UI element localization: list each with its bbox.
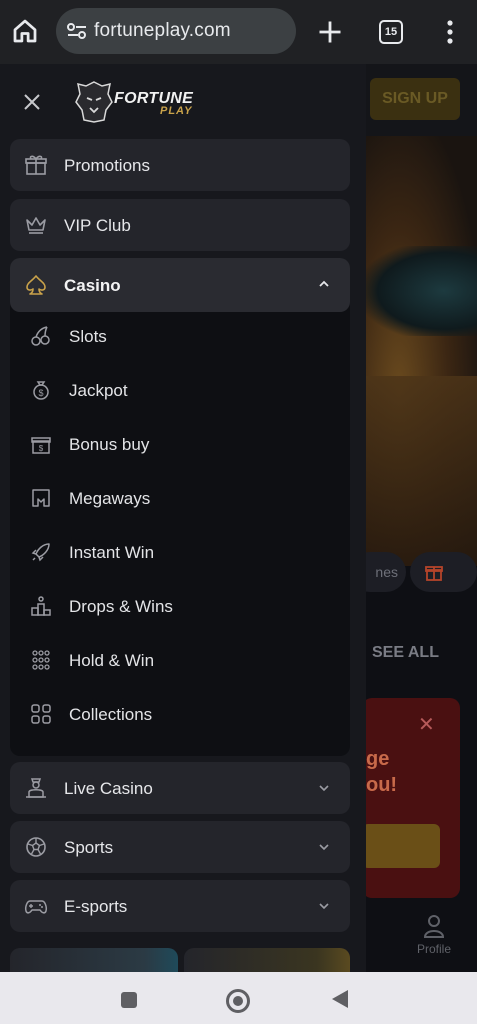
spade-icon	[26, 275, 46, 295]
dots-grid-icon	[32, 650, 50, 670]
crown-icon	[26, 217, 46, 234]
submenu-item-jackpot[interactable]: $ Jackpot	[10, 370, 350, 410]
gamepad-icon	[25, 900, 47, 914]
submenu-label: Collections	[69, 705, 153, 724]
menu-item-sports[interactable]: Sports	[10, 821, 350, 873]
profile-label: Profile	[416, 942, 451, 956]
system-navigation-bar	[0, 972, 477, 1024]
site-settings-icon[interactable]	[66, 21, 88, 41]
submenu-item-collections[interactable]: Collections	[10, 694, 350, 734]
megaways-icon	[32, 489, 50, 507]
menu-item-vip-club[interactable]: VIP Club	[10, 199, 350, 251]
money-bag-icon: $	[33, 381, 49, 400]
submenu-item-slots[interactable]: Slots	[10, 316, 350, 356]
close-icon[interactable]: ✕	[418, 712, 435, 737]
submenu-label: Bonus buy	[69, 435, 150, 454]
submenu-label: Instant Win	[69, 543, 155, 562]
promo-text: ge ou!	[366, 748, 398, 796]
podium-icon	[31, 596, 51, 616]
menu-item-casino[interactable]: Casino	[10, 258, 350, 312]
submenu-item-hold-win[interactable]: Hold & Win	[10, 640, 350, 680]
back-button[interactable]	[332, 990, 348, 1008]
home-icon[interactable]	[10, 16, 40, 46]
gift-icon	[25, 155, 47, 175]
promo-tile[interactable]	[184, 948, 350, 972]
gift-chip[interactable]	[410, 552, 477, 592]
submenu-item-bonus-buy[interactable]: $ Bonus buy	[10, 424, 350, 464]
menu-label: Promotions	[64, 156, 150, 175]
promo-popup: ✕ ge ou!	[362, 698, 460, 898]
tab-switcher-button[interactable]: 15	[379, 20, 403, 44]
submenu-label: Slots	[69, 327, 107, 346]
drawer-promo-tiles	[10, 948, 350, 972]
signup-button[interactable]: SIGN UP	[370, 78, 460, 120]
bonus-gift-icon: $	[31, 437, 51, 454]
promo-cta-button[interactable]	[362, 824, 440, 868]
new-tab-icon[interactable]	[316, 18, 344, 46]
profile-icon	[423, 915, 445, 938]
url-text[interactable]: fortuneplay.com	[94, 20, 231, 42]
close-icon[interactable]	[20, 90, 44, 114]
menu-item-live-casino[interactable]: Live Casino	[10, 762, 350, 814]
svg-text:$: $	[38, 388, 43, 398]
promo-tile[interactable]	[10, 948, 178, 972]
menu-label: VIP Club	[64, 216, 131, 235]
casino-submenu: Casino Slots $ Jackpot $ Bonus buy Megaw…	[10, 258, 350, 756]
fortuneplay-logo[interactable]: FORTUNE PLAY	[74, 78, 204, 126]
recents-button[interactable]	[121, 992, 137, 1008]
lion-logo-icon	[75, 81, 113, 123]
svg-text:$: $	[39, 444, 44, 453]
chevron-down-icon[interactable]	[318, 782, 330, 794]
gift-icon	[425, 566, 443, 581]
submenu-label: Jackpot	[69, 381, 128, 400]
submenu-item-drops-wins[interactable]: Drops & Wins	[10, 586, 350, 626]
hero-sunglasses	[366, 246, 477, 336]
chevron-down-icon[interactable]	[318, 900, 330, 912]
submenu-label: Hold & Win	[69, 651, 155, 670]
see-all-link[interactable]: SEE ALL	[372, 644, 439, 662]
hero-mane	[366, 376, 477, 566]
overflow-menu-icon[interactable]	[440, 18, 460, 46]
menu-item-esports[interactable]: E-sports	[10, 880, 350, 932]
submenu-label: Drops & Wins	[69, 597, 173, 616]
menu-label: Sports	[64, 838, 114, 857]
address-bar[interactable]: fortuneplay.com	[56, 8, 296, 54]
menu-label: Live Casino	[64, 779, 153, 798]
side-drawer: FORTUNE PLAY Promotions VIP Club Casino	[0, 64, 366, 972]
submenu-label: Megaways	[69, 489, 151, 508]
menu-label: Casino	[64, 276, 121, 295]
profile-nav-item[interactable]: Profile	[404, 914, 464, 956]
dealer-icon	[26, 778, 46, 798]
squares-grid-icon	[31, 704, 51, 724]
submenu-item-megaways[interactable]: Megaways	[10, 478, 350, 518]
submenu-item-instant-win[interactable]: Instant Win	[10, 532, 350, 572]
soccer-ball-icon	[26, 837, 46, 857]
chevron-up-icon[interactable]	[318, 278, 330, 290]
hero-banner[interactable]	[366, 136, 477, 566]
rocket-icon	[31, 543, 50, 562]
menu-item-promotions[interactable]: Promotions	[10, 139, 350, 191]
home-button[interactable]	[226, 989, 250, 1013]
chevron-down-icon[interactable]	[318, 841, 330, 853]
cherries-icon	[31, 326, 50, 346]
logo-text-play: PLAY	[160, 105, 193, 117]
browser-toolbar: fortuneplay.com 15	[0, 0, 477, 64]
menu-label: E-sports	[64, 897, 128, 916]
